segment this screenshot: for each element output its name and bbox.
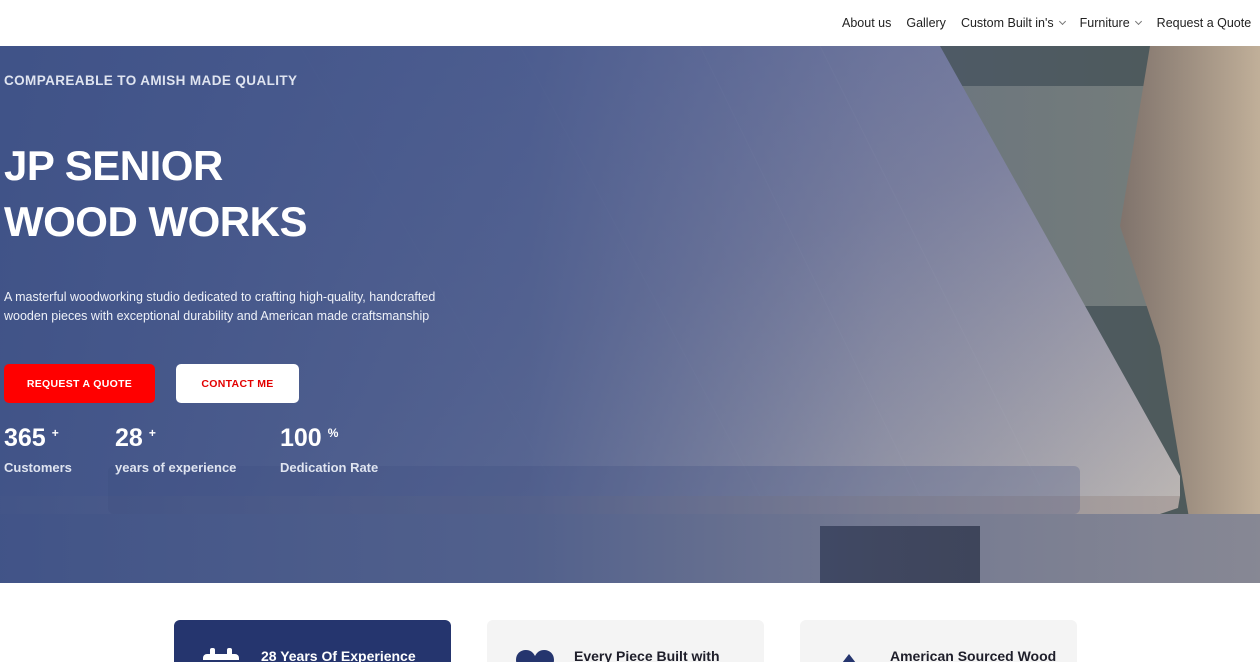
nav-about-us-label: About us	[842, 16, 892, 30]
tree-icon	[842, 654, 856, 662]
feature-card-experience: 28 Years Of Experience	[174, 620, 451, 662]
calendar-icon	[203, 648, 239, 662]
stat-label: Dedication Rate	[280, 460, 379, 475]
nav-gallery-label: Gallery	[906, 16, 946, 30]
chevron-down-icon	[1058, 17, 1066, 26]
stat-value: 100	[280, 424, 322, 452]
feature-card-american-wood: American Sourced Wood	[800, 620, 1077, 662]
hero-title-line-1: JP SENIOR	[4, 142, 223, 189]
stat-value: 365	[4, 424, 46, 452]
stat-customers: 365 + Customers	[4, 424, 72, 475]
chevron-down-icon	[1134, 17, 1142, 26]
stat-label: years of experience	[115, 460, 237, 475]
stat-label: Customers	[4, 460, 72, 475]
hero-title: JP SENIOR WOOD WORKS	[4, 138, 307, 250]
hero-eyebrow: COMPAREABLE TO AMISH MADE QUALITY	[4, 73, 298, 88]
stat-suffix: +	[148, 426, 156, 440]
nav-about-us[interactable]: About us	[842, 16, 891, 30]
nav-request-a-quote[interactable]: Request a Quote	[1157, 16, 1252, 30]
stat-value: 28	[115, 424, 143, 452]
hero-content: COMPAREABLE TO AMISH MADE QUALITY JP SEN…	[4, 46, 524, 583]
heart-icon	[516, 650, 554, 662]
feature-card-handcrafted: Every Piece Built with	[487, 620, 764, 662]
feature-card-title: American Sourced Wood	[890, 648, 1057, 662]
stat-years-experience: 28 + years of experience	[115, 424, 236, 475]
hero-title-line-2: WOOD WORKS	[4, 198, 307, 245]
stat-suffix: %	[327, 426, 339, 440]
hero-description: A masterful woodworking studio dedicated…	[4, 290, 436, 323]
stat-suffix: +	[51, 426, 59, 440]
main-nav: About us Gallery Custom Built in's Furni…	[842, 0, 1260, 46]
nav-furniture[interactable]: Furniture	[1079, 16, 1142, 30]
hero-section: COMPAREABLE TO AMISH MADE QUALITY JP SEN…	[0, 46, 1260, 583]
feature-card-title: Every Piece Built with	[574, 648, 720, 662]
site-header: About us Gallery Custom Built in's Furni…	[0, 0, 1260, 46]
nav-request-a-quote-label: Request a Quote	[1156, 16, 1252, 30]
nav-custom-built-ins[interactable]: Custom Built in's	[960, 16, 1066, 30]
contact-me-button[interactable]: CONTACT ME	[176, 364, 299, 403]
nav-furniture-label: Furniture	[1079, 16, 1130, 30]
nav-gallery[interactable]: Gallery	[906, 16, 946, 30]
stat-dedication-rate: 100% Dedication Rate	[280, 424, 378, 475]
nav-custom-built-ins-label: Custom Built in's	[960, 16, 1054, 30]
request-quote-button[interactable]: REQUEST A QUOTE	[4, 364, 155, 403]
feature-card-title: 28 Years Of Experience	[261, 648, 416, 662]
